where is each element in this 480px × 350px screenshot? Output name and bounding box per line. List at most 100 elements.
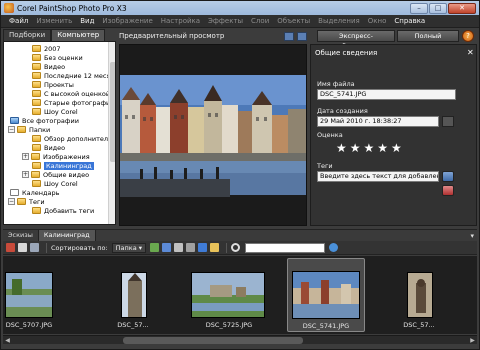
expand-icon[interactable]: +: [22, 153, 29, 160]
folder-icon: [32, 180, 41, 187]
thumbnail[interactable]: DSC_57...: [113, 258, 153, 332]
thumbnail-selected[interactable]: DSC_5741.JPG: [287, 258, 365, 332]
full-editor-button[interactable]: Полный редактор: [397, 30, 459, 50]
collapse-icon[interactable]: −: [8, 126, 15, 133]
help-icon[interactable]: ?: [462, 30, 474, 42]
menu-help[interactable]: Справка: [390, 17, 429, 25]
rating-stars[interactable]: ★★★★★: [336, 141, 405, 155]
thumbnail[interactable]: DSC_5707.JPG: [3, 258, 55, 332]
tree-item-tags[interactable]: − Теги: [8, 197, 45, 206]
folder-icon: [32, 162, 41, 169]
menu-window[interactable]: Окно: [364, 17, 391, 25]
capture-icon[interactable]: [150, 243, 160, 252]
menu-selections[interactable]: Выделения: [314, 17, 364, 25]
tree-item-corel-show-2[interactable]: Шоу Corel: [32, 179, 78, 188]
compare-view-icon[interactable]: [297, 31, 307, 41]
left-panel-tabs: Подборки Компьютер: [3, 29, 116, 41]
menu-layers[interactable]: Слои: [247, 17, 273, 25]
folder-icon: [32, 90, 41, 97]
tree-item-kaliningrad[interactable]: Калининград: [32, 161, 94, 170]
thumbnail-image: [121, 272, 147, 318]
folder-icon: [32, 108, 41, 115]
folder-icon: [31, 171, 40, 178]
tree-item-high-rated[interactable]: С высокой оценкой: [32, 89, 110, 98]
menu-view[interactable]: Вид: [76, 17, 98, 25]
scroll-thumb[interactable]: [123, 337, 303, 344]
tree-scrollbar[interactable]: [108, 42, 115, 224]
organizer-toolbar: Сортировать по: Папка ▾: [3, 241, 477, 255]
preview-title: Предварительный просмотр: [119, 32, 225, 40]
folder-icon: [32, 135, 41, 142]
menu-file[interactable]: Файл: [5, 17, 32, 25]
thumbnail-scrollbar[interactable]: ◀ ▶: [3, 335, 477, 344]
tree-item-shared-video[interactable]: + Общие видео: [22, 170, 89, 179]
thumbnail[interactable]: DSC_5725.JPG: [187, 258, 271, 332]
menu-edit[interactable]: Изменить: [32, 17, 76, 25]
folder-tree: 2007 Без оценки Видео Последние 12 месяц…: [3, 41, 116, 225]
tree-item-old-photos[interactable]: Старые фотографии: [32, 98, 114, 107]
search-icon[interactable]: [231, 243, 241, 252]
tree-item-all-photos[interactable]: Все фотографии: [10, 116, 79, 125]
collapse-organizer-icon[interactable]: ▾: [470, 232, 474, 240]
scroll-left-icon[interactable]: ◀: [3, 336, 12, 345]
tree-item-corel-show[interactable]: Шоу Corel: [32, 107, 78, 116]
folder-icon: [32, 144, 41, 151]
tree-item-last-12-months[interactable]: Последние 12 месяцев: [32, 71, 115, 80]
thumbnail[interactable]: DSC_57...: [399, 258, 439, 332]
close-button[interactable]: ✕: [448, 2, 476, 14]
sort-dropdown[interactable]: Папка ▾: [111, 242, 147, 253]
tab-kaliningrad[interactable]: Калининград: [38, 230, 96, 241]
maximize-button[interactable]: □: [429, 2, 447, 14]
refresh-icon[interactable]: [329, 243, 339, 252]
tab-thumbnails[interactable]: Эскизы: [3, 230, 39, 241]
date-label: Дата создания: [317, 107, 368, 115]
select-tool-icon[interactable]: [18, 243, 27, 252]
menu-objects[interactable]: Объекты: [273, 17, 314, 25]
tree-item-images[interactable]: + Изображения: [22, 152, 90, 161]
tags-input[interactable]: Введите здесь текст для добавления тега: [317, 171, 439, 182]
tree-item-browse-more[interactable]: Обзор дополнительных: [32, 134, 115, 143]
menu-effects[interactable]: Эффекты: [204, 17, 247, 25]
tag-tool-icon[interactable]: [6, 243, 15, 252]
folder-icon: [32, 81, 41, 88]
remove-tag-icon[interactable]: [442, 185, 454, 196]
calendar-picker-icon[interactable]: [442, 116, 454, 127]
thumbnail-image: [292, 271, 360, 319]
collapse-icon[interactable]: −: [8, 198, 15, 205]
email-icon[interactable]: [210, 243, 220, 252]
tree-item-unrated[interactable]: Без оценки: [32, 53, 83, 62]
filter-tool-icon[interactable]: [30, 243, 39, 252]
info-icon[interactable]: [198, 243, 208, 252]
filename-field[interactable]: DSC_5741.JPG: [317, 89, 456, 100]
minimize-button[interactable]: –: [410, 2, 428, 14]
date-field[interactable]: 29 Май 2010 г. 18:38:27: [317, 116, 439, 127]
single-view-icon[interactable]: [284, 31, 294, 41]
slideshow-icon[interactable]: [174, 243, 184, 252]
preview-pane[interactable]: [119, 44, 307, 226]
scroll-right-icon[interactable]: ▶: [468, 336, 477, 345]
folder-icon: [17, 126, 26, 133]
tab-computer[interactable]: Компьютер: [51, 29, 106, 41]
search-input[interactable]: [245, 242, 326, 253]
tab-collections[interactable]: Подборки: [3, 29, 52, 41]
expand-icon[interactable]: +: [22, 171, 29, 178]
menu-adjust[interactable]: Настройка: [157, 17, 204, 25]
tree-item-add-tags[interactable]: Добавить теги: [32, 206, 94, 215]
tree-item-videos[interactable]: Видео: [32, 143, 65, 152]
close-info-icon[interactable]: ✕: [467, 48, 474, 57]
tree-item-calendar[interactable]: Календарь: [10, 188, 59, 197]
print-icon[interactable]: [186, 243, 196, 252]
tree-item-video[interactable]: Видео: [32, 62, 65, 71]
add-tag-icon[interactable]: [442, 171, 454, 182]
title-bar[interactable]: Corel PaintShop Photo Pro X3 – □ ✕: [1, 1, 479, 15]
tag-icon: [32, 207, 41, 214]
tree-item-2007[interactable]: 2007: [32, 44, 61, 53]
scroll-thumb[interactable]: [110, 62, 115, 162]
express-lab-button[interactable]: Экспресс-лаборатория: [317, 30, 395, 50]
thumbnail-image: [5, 272, 53, 318]
share-icon[interactable]: [162, 243, 172, 252]
thumbnail-caption: DSC_5725.JPG: [205, 321, 253, 329]
menu-image[interactable]: Изображение: [98, 17, 156, 25]
tree-item-projects[interactable]: Проекты: [32, 80, 74, 89]
tree-item-folders[interactable]: − Папки: [8, 125, 50, 134]
